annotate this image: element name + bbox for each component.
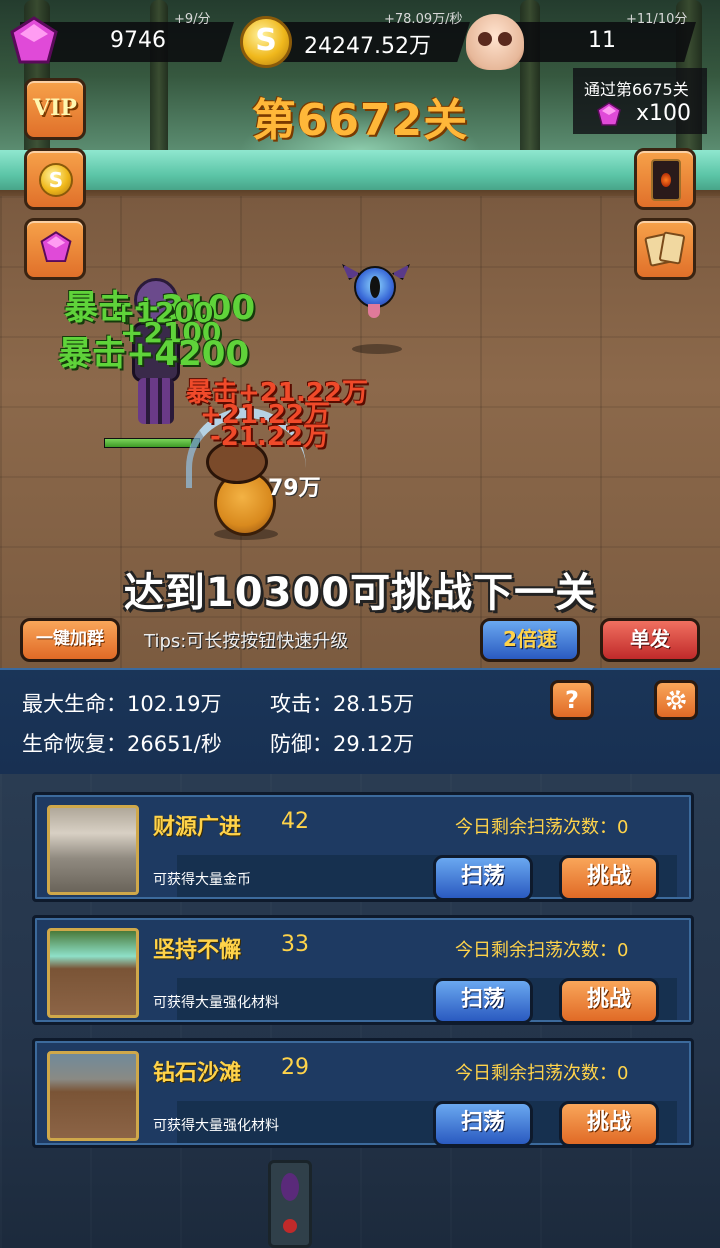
hero-health-bar	[104, 438, 200, 448]
stats-panel: 最大生命：102.19万 攻击：28.15万 生命恢复：26651/秒 防御：2…	[0, 668, 720, 774]
skull-value: 11	[588, 28, 616, 53]
pass-reward-label: 通过第6675关	[584, 80, 689, 99]
speed-button[interactable]: 2倍速	[480, 618, 580, 662]
sweep-count: 今日剩余扫荡次数：0	[455, 1063, 629, 1084]
dungeon-description: 可获得大量强化材料	[153, 1118, 279, 1134]
coin-shop-button[interactable]: S	[24, 148, 86, 210]
damage-number: 79万	[268, 476, 321, 501]
card-icon	[651, 159, 681, 201]
coin-icon: S	[240, 16, 292, 68]
dungeon-level: 29	[281, 1055, 309, 1080]
attack-stat: 攻击：28.15万	[270, 692, 415, 716]
gem-value: 9746	[110, 28, 166, 53]
cards-icon	[644, 231, 686, 267]
dungeon-row: 财源广进 42 今日剩余扫荡次数：0 可获得大量金币 扫荡 挑战	[32, 792, 694, 902]
settings-button[interactable]	[654, 680, 698, 720]
dungeon-row: 坚持不懈 33 今日剩余扫荡次数：0 可获得大量强化材料 扫荡 挑战	[32, 915, 694, 1025]
collection-button[interactable]	[634, 218, 696, 280]
damage-number: -21.22万	[210, 422, 330, 452]
dungeon-name: 钻石沙滩	[153, 1061, 242, 1086]
challenge-button[interactable]: 挑战	[559, 1101, 659, 1147]
regen-stat: 生命恢复：26651/秒	[22, 732, 222, 756]
eyeball-monster	[342, 262, 410, 318]
max-hp-stat: 最大生命：102.19万	[22, 692, 222, 716]
sweep-count: 今日剩余扫荡次数：0	[455, 940, 629, 961]
dungeon-thumbnail	[47, 1051, 139, 1141]
skull-icon	[466, 14, 524, 70]
single-fire-button[interactable]: 单发	[600, 618, 700, 662]
coin-icon: S	[39, 163, 73, 197]
vip-button[interactable]: VIP	[24, 78, 86, 140]
join-group-button[interactable]: 一键加群	[20, 618, 120, 662]
gem-icon	[10, 16, 58, 64]
defense-stat: 防御：29.12万	[270, 732, 415, 756]
background-machine	[268, 1160, 312, 1248]
dungeon-level: 33	[281, 932, 309, 957]
skull-rate: +11/10分	[626, 12, 688, 27]
damage-number: 暴击+4200	[58, 334, 250, 374]
sweep-button[interactable]: 扫荡	[433, 978, 533, 1024]
dungeon-name: 财源广进	[153, 815, 242, 840]
gem-icon	[597, 102, 621, 126]
dungeon-thumbnail	[47, 805, 139, 895]
enemy-shadow	[352, 344, 402, 354]
help-button[interactable]: ?	[550, 680, 594, 720]
dungeon-name: 坚持不懈	[153, 938, 242, 963]
dungeon-level: 42	[281, 809, 309, 834]
gem-rate: +9/分	[174, 12, 211, 27]
dungeon-description: 可获得大量强化材料	[153, 995, 279, 1011]
tips-text: Tips:可长按按钮快速升级	[144, 631, 349, 652]
gem-shop-button[interactable]	[24, 218, 86, 280]
dungeon-description: 可获得大量金币	[153, 872, 251, 888]
gear-icon	[666, 690, 686, 710]
card-button[interactable]	[634, 148, 696, 210]
sweep-button[interactable]: 扫荡	[433, 855, 533, 901]
challenge-button[interactable]: 挑战	[559, 978, 659, 1024]
pass-reward-amount: x100	[636, 101, 692, 126]
coin-rate: +78.09万/秒	[384, 12, 463, 27]
gem-icon	[40, 231, 72, 263]
coin-value: 24247.52万	[304, 34, 431, 59]
sweep-count: 今日剩余扫荡次数：0	[455, 817, 629, 838]
challenge-banner: 达到10300可挑战下一关	[123, 570, 597, 616]
dungeon-row: 钻石沙滩 29 今日剩余扫荡次数：0 可获得大量强化材料 扫荡 挑战	[32, 1038, 694, 1148]
sweep-button[interactable]: 扫荡	[433, 1101, 533, 1147]
dungeon-thumbnail	[47, 928, 139, 1018]
challenge-button[interactable]: 挑战	[559, 855, 659, 901]
